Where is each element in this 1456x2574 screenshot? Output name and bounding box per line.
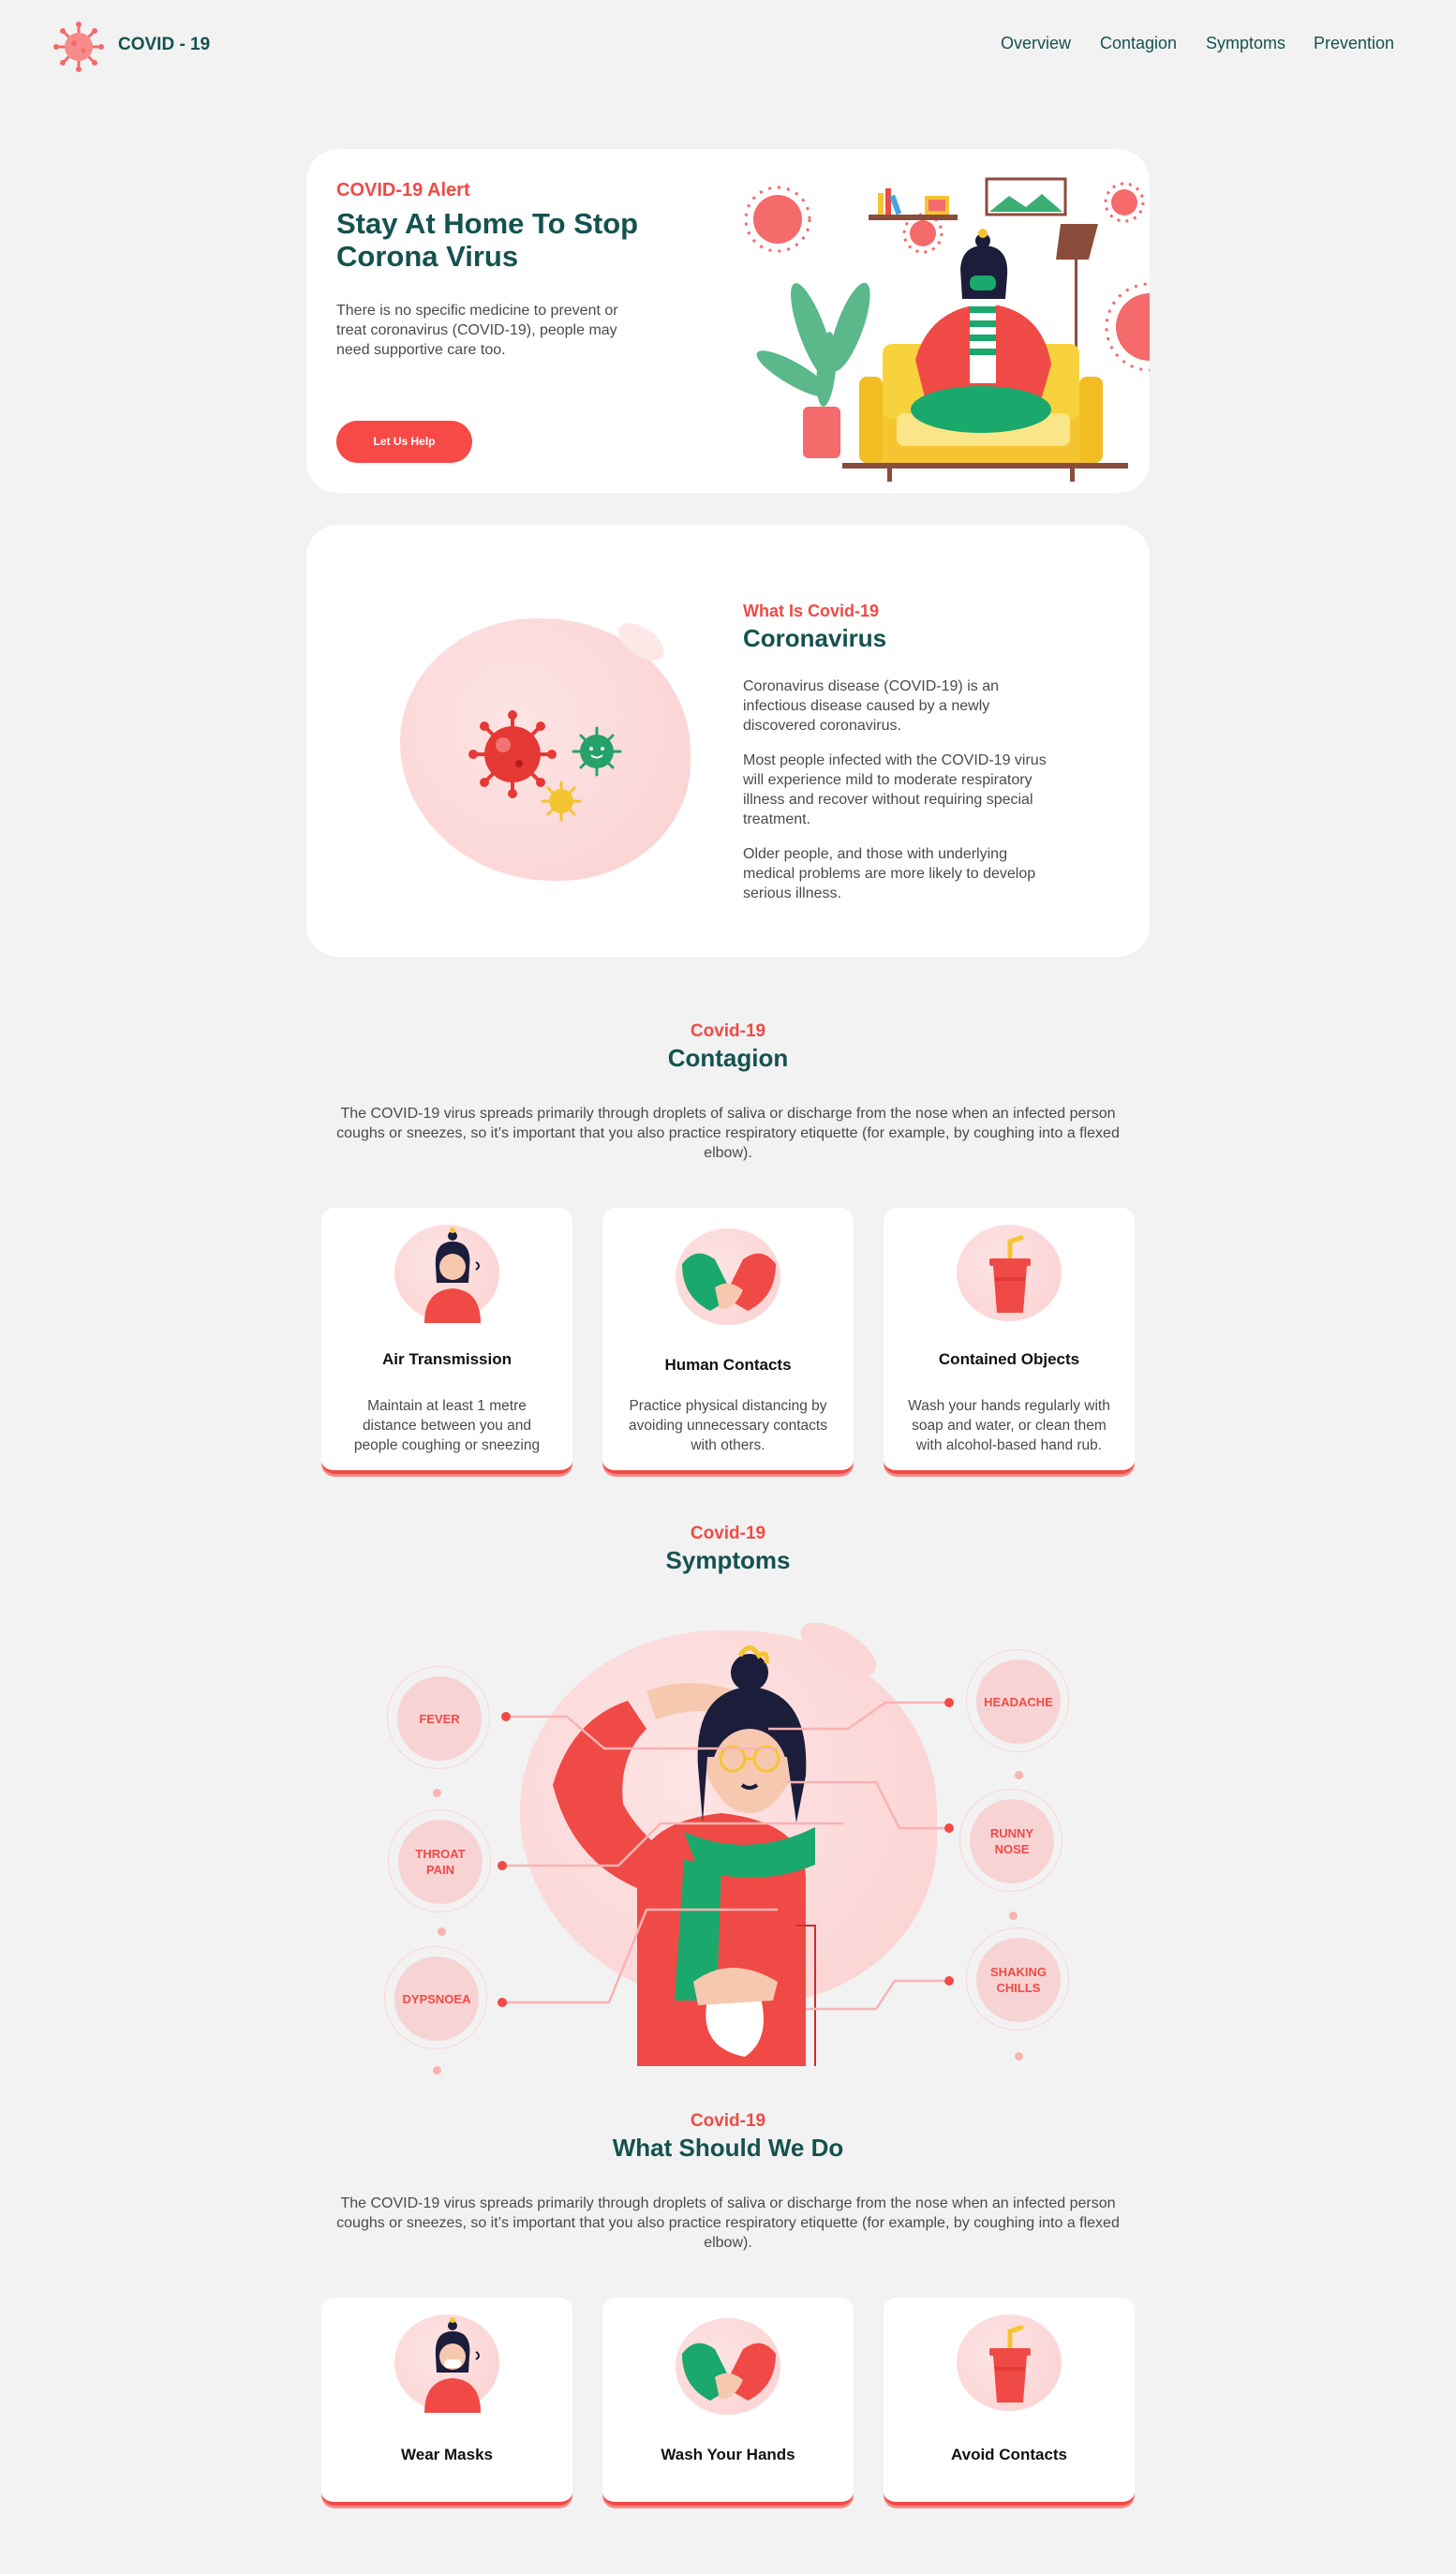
card-title: Wash Your Hands [661,2446,795,2463]
symptom-connectors [498,1698,954,2011]
symptom-dot: HEADACHE [976,1659,1061,1744]
symptom-headache: HEADACHE [966,1649,1069,1752]
contagion-card-air-transmission: Air Transmission Maintain at least 1 met… [321,1208,572,1474]
woman-coughing-icon [424,1227,481,1323]
cup-icon [989,1235,1031,1313]
contagion-eyebrow: Covid-19 [690,1021,766,1041]
symptoms-title: Symptoms [665,1546,791,1574]
symptom-throat-pain: THROAT PAIN [388,1809,491,1912]
prevention-card-avoid-contacts: Avoid Contacts [884,2298,1135,2506]
symptom-small-dot [1015,1771,1023,1779]
hero-card: COVID-19 Alert Stay At Home To Stop Coro… [306,149,1150,493]
symptoms-eyebrow: Covid-19 [690,1524,766,1543]
logo-text[interactable]: COVID - 19 [118,35,210,55]
symptom-dot: THROAT PAIN [398,1820,483,1904]
symptom-dot: DYPSNOEA [394,1957,479,2041]
symptom-label: THROAT PAIN [415,1847,466,1877]
woman-mask-icon [424,2317,481,2413]
prevention-card-wash-hands: Wash Your Hands [602,2298,854,2506]
symptom-label: HEADACHE [984,1694,1053,1709]
virus-cluster-icon [468,710,622,822]
symptom-dypsnoea: DYPSNOEA [384,1946,487,2049]
symptom-dot: RUNNY NOSE [970,1799,1054,1883]
symptom-small-dot [433,1789,441,1797]
prevention-title: What Should We Do [612,2134,844,2162]
card-text: Maintain at least 1 metre distance betwe… [353,1398,541,1453]
nav-link-contagion[interactable]: Contagion [1100,34,1177,53]
about-eyebrow: What Is Covid-19 [743,602,880,620]
card-title: Human Contacts [664,1356,792,1374]
hero-title-line1: Stay At Home To Stop [336,207,639,240]
nav-link-overview[interactable]: Overview [1001,34,1071,53]
handshake-icon [682,2343,776,2401]
symptom-small-dot [433,2066,441,2075]
card-text: Practice physical distancing by avoiding… [629,1398,827,1453]
virus-logo-icon[interactable] [51,19,107,75]
contagion-title: Contagion [667,1044,789,1072]
symptom-small-dot [1009,1912,1018,1920]
contagion-text: The COVID-19 virus spreads primarily thr… [336,1106,1120,1161]
stay-home-illustration [744,177,1150,482]
prevention-text: The COVID-19 virus spreads primarily thr… [336,2195,1120,2251]
about-card: What Is Covid-19 Coronavirus Coronavirus… [306,525,1150,957]
hero-text: There is no specific medicine to prevent… [336,303,618,358]
symptom-fever: FEVER [387,1666,490,1769]
symptom-label: FEVER [419,1711,460,1726]
symptom-small-dot [438,1927,446,1936]
about-paragraph-2: Most people infected with the COVID-19 v… [743,752,1047,827]
about-title: Coronavirus [743,624,887,652]
nav-link-prevention[interactable]: Prevention [1314,34,1394,53]
symptom-small-dot [1015,2052,1023,2061]
card-text: Wash your hands regularly with soap and … [908,1398,1110,1453]
handshake-icon [682,1253,776,1311]
hero-title-line2: Corona Virus [336,240,519,273]
symptom-dot: SHAKING CHILLS [976,1938,1061,2022]
cup-icon [989,2325,1031,2403]
prevention-eyebrow: Covid-19 [690,2111,766,2131]
prevention-card-wear-masks: Wear Masks [321,2298,572,2506]
symptom-label: DYPSNOEA [402,1991,471,2006]
symptom-label: SHAKING CHILLS [990,1965,1047,1995]
nav-link-symptoms[interactable]: Symptoms [1206,34,1285,53]
card-title: Avoid Contacts [950,2446,1068,2463]
about-paragraph-1: Coronavirus disease (COVID-19) is an inf… [743,678,999,734]
contagion-card-human-contacts: Human Contacts Practice physical distanc… [602,1208,854,1474]
card-title: Contained Objects [938,1350,1080,1368]
symptom-runny-nose: RUNNY NOSE [959,1789,1062,1892]
card-title: Air Transmission [382,1350,512,1368]
symptom-dot: FEVER [397,1676,482,1761]
symptom-label: RUNNY NOSE [989,1826,1034,1856]
hero-title: Stay At Home To Stop Corona Virus [336,207,638,273]
card-title: Wear Masks [401,2446,493,2463]
contagion-card-contained-objects: Contained Objects Wash your hands regula… [884,1208,1135,1474]
symptom-shaking-chills: SHAKING CHILLS [966,1927,1069,2031]
hero-eyebrow: COVID-19 Alert [336,180,470,201]
let-us-help-button[interactable]: Let Us Help [336,421,472,463]
about-paragraph-3: Older people, and those with underlying … [743,846,1036,901]
